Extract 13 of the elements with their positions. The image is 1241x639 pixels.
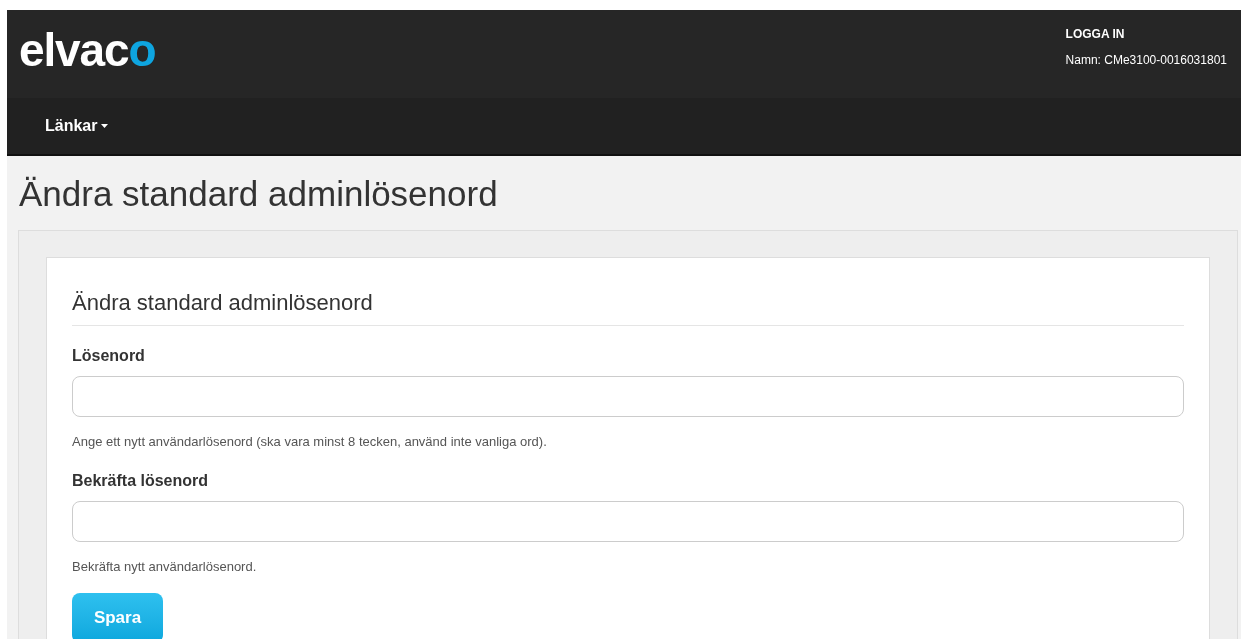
device-name: Namn: CMe3100-0016031801 bbox=[1065, 52, 1227, 69]
page-title: Ändra standard adminlösenord bbox=[18, 173, 499, 215]
nav-menu[interactable]: Länkar bbox=[45, 114, 109, 138]
help-text: Ange ett nytt användarlösenord (ska vara minst 8 tecken, använd inte vanliga ord). bbox=[72, 432, 548, 451]
password-field[interactable] bbox=[72, 501, 1184, 543]
help-text: Bekräfta nytt användarlösenord. bbox=[72, 558, 258, 577]
field-label: Bekräfta lösenord bbox=[72, 471, 210, 492]
login-link[interactable]: LOGGA IN bbox=[1065, 25, 1227, 43]
field-label: Lösenord bbox=[72, 345, 146, 366]
form-title: Ändra standard adminlösenord bbox=[72, 285, 1184, 326]
password-field[interactable] bbox=[72, 375, 1184, 417]
caret-icon bbox=[101, 124, 109, 128]
logo: elvaco bbox=[19, 27, 156, 77]
